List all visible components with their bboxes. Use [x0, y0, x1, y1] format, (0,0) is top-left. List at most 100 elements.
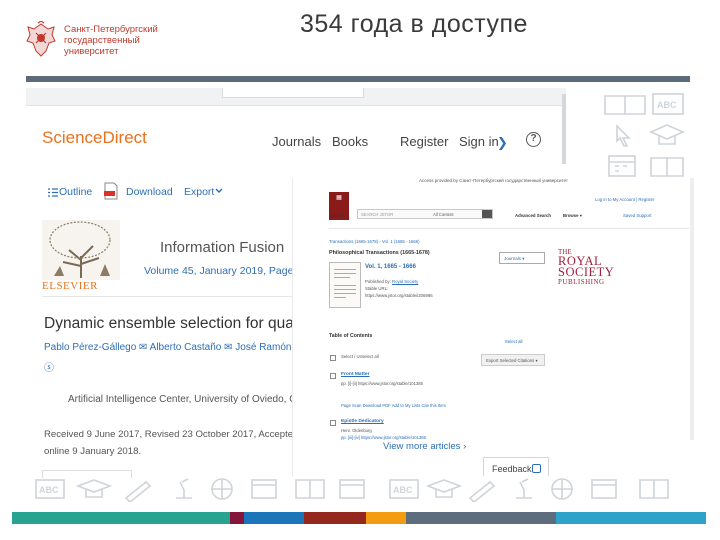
- article-title: Dynamic ensemble selection for quantific: [44, 315, 326, 332]
- calendar-icon: [591, 479, 617, 499]
- journal-title[interactable]: Information Fusion: [160, 239, 284, 256]
- chevron-right-icon[interactable]: ❯: [497, 135, 508, 151]
- slide-title: 354 года в доступе: [300, 10, 528, 38]
- graduation-cap-icon: [425, 479, 463, 498]
- login-links[interactable]: Log in to My Account | Register: [595, 197, 654, 202]
- volume-title: Vol. 1, 1665 - 1666: [365, 264, 416, 270]
- select-all-link[interactable]: Select all: [505, 339, 522, 344]
- book-icon: [639, 479, 669, 499]
- toc-item-actions[interactable]: Page Scan Download PDF Add to My Lists C…: [341, 403, 446, 408]
- toc-item-title[interactable]: Front Matter: [341, 372, 370, 377]
- microscope-icon: [516, 478, 532, 499]
- chat-icon: [532, 464, 541, 473]
- university-name: Санкт-Петербургский государственный унив…: [64, 24, 158, 57]
- svg-text:ABC: ABC: [657, 100, 677, 110]
- search-bar[interactable]: SEARCH JSTOR All Content: [357, 209, 493, 219]
- breadcrumb[interactable]: Transactions (1665-1678) › Vol. 1 (1665 …: [329, 239, 420, 244]
- help-icon[interactable]: ?: [526, 132, 541, 147]
- scrollbar[interactable]: [562, 94, 566, 164]
- list-icon: [48, 188, 58, 197]
- svg-text:ABC: ABC: [393, 485, 413, 495]
- browse-menu[interactable]: Browse ▾: [563, 213, 582, 219]
- calendar-icon: [339, 479, 365, 499]
- feedback-label: Feedback: [492, 464, 532, 474]
- pdf-icon: [104, 182, 118, 200]
- abc-block-icon: ABC: [652, 93, 684, 115]
- footer-color-bar: [12, 512, 706, 524]
- search-icon[interactable]: [482, 210, 492, 218]
- search-scope-select[interactable]: All Content: [433, 212, 453, 217]
- divider: [329, 228, 689, 229]
- university-name-line: Санкт-Петербургский: [64, 23, 158, 35]
- scrollbar[interactable]: [690, 178, 694, 440]
- nav-journals[interactable]: Journals: [272, 134, 321, 149]
- panel-edge: [42, 470, 132, 478]
- royal-society-logo[interactable]: THE ROYAL SOCIETY PUBLISHING: [558, 248, 614, 286]
- access-notice: Access provided by Санкт-Петербургский г…: [419, 178, 568, 183]
- coat-of-arms-icon: [26, 21, 56, 57]
- online-date: online 9 January 2018.: [44, 446, 142, 457]
- pencil-icon: [124, 480, 152, 502]
- book-icon: [604, 95, 646, 115]
- logo-line: PUBLISHING: [558, 278, 605, 286]
- toc-item-title[interactable]: Epistle Dedicatory: [341, 419, 384, 424]
- toc-item-meta: Henr. Oldenburg: [341, 428, 372, 433]
- globe-icon: [211, 478, 233, 500]
- nav-sign-in[interactable]: Sign in: [459, 134, 499, 149]
- journals-dropdown[interactable]: Journals ▾: [499, 252, 545, 264]
- footer-segment: [304, 512, 366, 524]
- svg-text:ABC: ABC: [39, 485, 59, 495]
- toc-item-actions[interactable]: pp. [iii]-[iv] https://www.jstor.org/sta…: [341, 435, 426, 440]
- select-all-checkbox[interactable]: [330, 355, 336, 361]
- sciencedirect-logo[interactable]: ScienceDirect: [42, 128, 147, 148]
- item-checkbox[interactable]: [330, 373, 336, 379]
- jstor-screenshot: Access provided by Санкт-Петербургский г…: [292, 178, 694, 476]
- publisher-meta: Published by: Royal Society: [365, 279, 418, 284]
- university-name-line: государственный: [64, 34, 140, 46]
- cover-thumbnail[interactable]: [329, 262, 361, 308]
- header-divider: [26, 76, 690, 82]
- export-button[interactable]: Export: [184, 186, 214, 198]
- advanced-search-link[interactable]: Advanced Search: [515, 213, 551, 218]
- abc-block-icon: ABC: [389, 479, 419, 499]
- footer-segment: [406, 512, 556, 524]
- outline-button[interactable]: Outline: [59, 186, 92, 198]
- logo-line: SOCIETY: [558, 265, 615, 279]
- nav-register[interactable]: Register: [400, 134, 448, 149]
- graduation-cap-icon: [649, 124, 685, 145]
- book-icon: [295, 479, 325, 499]
- background-pattern-bottom: ABC ABC: [35, 478, 669, 502]
- cursor-icon: [616, 124, 631, 147]
- utility-links[interactable]: Saved Support: [623, 213, 651, 218]
- nav-books[interactable]: Books: [332, 134, 368, 149]
- stable-url-link[interactable]: https://www.jstor.org/stable/i206986: [365, 293, 433, 298]
- footer-segment: [12, 512, 230, 524]
- calendar-icon: [251, 479, 277, 499]
- jstor-wordmark[interactable]: JSTOR: [329, 214, 344, 219]
- view-more-articles-link[interactable]: View more articles ›: [383, 441, 466, 452]
- footer-segment: [230, 512, 244, 524]
- publisher-wordmark[interactable]: ELSEVIER: [42, 280, 98, 292]
- download-button[interactable]: Download: [126, 186, 173, 198]
- publisher-label: Published by:: [365, 279, 391, 284]
- stable-url-label: Stable URL:: [365, 286, 389, 291]
- select-row-label: Select / Unselect all: [341, 354, 379, 359]
- university-logo: Санкт-Петербургский государственный унив…: [24, 20, 174, 60]
- chevron-down-icon[interactable]: [215, 187, 223, 195]
- graduation-cap-icon: [75, 479, 113, 498]
- pencil-icon: [468, 480, 496, 502]
- feedback-button[interactable]: Feedback: [483, 457, 549, 476]
- export-citations-dropdown[interactable]: Export Selected Citations ▾: [481, 354, 545, 366]
- item-checkbox[interactable]: [330, 420, 336, 426]
- browser-tab[interactable]: [222, 88, 364, 98]
- search-input[interactable]: SEARCH JSTOR: [361, 212, 393, 217]
- journal-title: Philosophical Transactions (1665-1678): [329, 250, 430, 256]
- toc-item-meta: pp. [i]-[ii] https://www.jstor.org/stabl…: [341, 381, 423, 386]
- microscope-icon: [176, 478, 192, 499]
- book-icon: [650, 157, 684, 177]
- author-list-continuation[interactable]: ⓢ: [44, 359, 54, 374]
- university-name-line: университет: [64, 45, 119, 57]
- globe-icon: [551, 478, 573, 500]
- divider: [42, 296, 302, 297]
- publisher-link[interactable]: Royal Society: [392, 279, 418, 284]
